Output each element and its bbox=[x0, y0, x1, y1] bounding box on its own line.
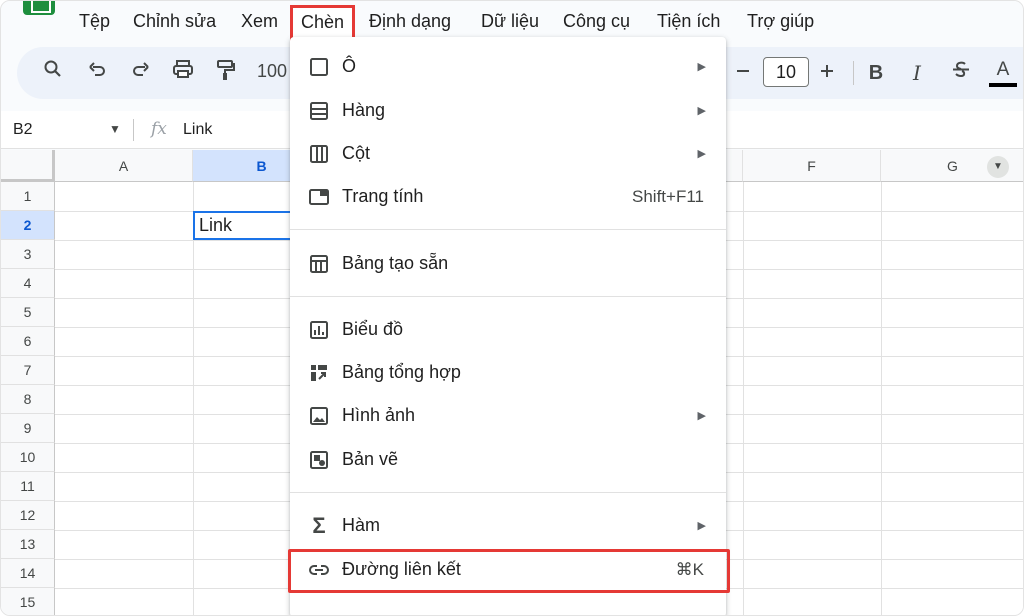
menu-insert[interactable]: Chèn bbox=[290, 5, 356, 41]
row-header-8[interactable]: 8 bbox=[1, 385, 55, 414]
insert-function-label: Hàm bbox=[342, 515, 381, 535]
insert-column-item[interactable]: Cột ▶ bbox=[290, 134, 726, 174]
chart-icon bbox=[308, 319, 330, 341]
insert-table-item[interactable]: Bảng tạo sẵn bbox=[290, 244, 726, 284]
row-header-9[interactable]: 9 bbox=[1, 414, 55, 443]
image-icon bbox=[308, 405, 330, 427]
row-header-5[interactable]: 5 bbox=[1, 298, 55, 327]
insert-pivot-table-label: Bảng tổng hợp bbox=[342, 362, 461, 382]
menu-format[interactable]: Định dạng bbox=[367, 9, 453, 33]
insert-sheet-item[interactable]: Trang tính Shift+F11 bbox=[290, 177, 726, 217]
column-menu-icon[interactable]: ▼ bbox=[987, 156, 1009, 178]
formula-input[interactable]: Link bbox=[183, 121, 212, 139]
minus-icon[interactable] bbox=[729, 59, 757, 87]
sigma-icon: Σ bbox=[312, 513, 326, 538]
table-icon bbox=[308, 253, 330, 275]
row-header-3[interactable]: 3 bbox=[1, 240, 55, 269]
cell-icon bbox=[308, 56, 330, 78]
menu-divider bbox=[290, 296, 726, 297]
shortcut-label: Shift+F11 bbox=[632, 187, 704, 206]
insert-menu: Ô ▶ Hàng ▶ Cột ▶ Trang tính Shift+F11 Bả… bbox=[290, 37, 726, 615]
row-header-2[interactable]: 2 bbox=[1, 211, 55, 240]
grid-line bbox=[193, 182, 194, 615]
zoom-value[interactable]: 100 bbox=[257, 61, 287, 82]
name-box[interactable]: B2 bbox=[13, 121, 33, 139]
grid-line bbox=[881, 182, 882, 615]
insert-sheet-label: Trang tính bbox=[342, 186, 424, 206]
row-header-6[interactable]: 6 bbox=[1, 327, 55, 356]
row-header-14[interactable]: 14 bbox=[1, 559, 55, 588]
chevron-down-icon[interactable]: ▼ bbox=[109, 122, 121, 136]
insert-function-item[interactable]: Σ Hàm ▶ bbox=[290, 506, 726, 546]
menu-divider bbox=[290, 229, 726, 230]
redo-icon[interactable] bbox=[127, 59, 155, 87]
row-header-10[interactable]: 10 bbox=[1, 443, 55, 472]
submenu-arrow-icon: ▶ bbox=[697, 148, 706, 160]
highlight-box-link bbox=[288, 549, 730, 593]
paint-format-icon[interactable] bbox=[211, 59, 239, 87]
menu-divider bbox=[290, 492, 726, 493]
row-header-4[interactable]: 4 bbox=[1, 269, 55, 298]
bold-icon[interactable]: B bbox=[862, 59, 890, 87]
submenu-arrow-icon: ▶ bbox=[697, 520, 706, 532]
insert-chart-label: Biểu đồ bbox=[342, 319, 404, 339]
row-icon bbox=[308, 100, 330, 122]
menu-help[interactable]: Trợ giúp bbox=[745, 9, 816, 33]
row-header-12[interactable]: 12 bbox=[1, 501, 55, 530]
menu-bar: Tệp Chỉnh sửa Xem Chèn Định dạng Dữ liệu… bbox=[1, 1, 1023, 41]
insert-drawing-item[interactable]: Bản vẽ bbox=[290, 440, 726, 480]
row-header-13[interactable]: 13 bbox=[1, 530, 55, 559]
sheets-logo-icon[interactable] bbox=[23, 1, 55, 15]
insert-column-label: Cột bbox=[342, 143, 371, 163]
menu-file[interactable]: Tệp bbox=[77, 9, 112, 33]
row-header-7[interactable]: 7 bbox=[1, 356, 55, 385]
column-icon bbox=[308, 143, 330, 165]
column-header-f[interactable]: F bbox=[743, 150, 881, 182]
insert-image-item[interactable]: Hình ảnh ▶ bbox=[290, 396, 726, 436]
search-icon[interactable] bbox=[39, 59, 67, 87]
insert-table-label: Bảng tạo sẵn bbox=[342, 253, 449, 273]
font-size-input[interactable]: 10 bbox=[763, 57, 809, 87]
menu-view[interactable]: Xem bbox=[239, 9, 280, 33]
drawing-icon bbox=[308, 449, 330, 471]
row-header-15[interactable]: 15 bbox=[1, 588, 55, 615]
print-icon[interactable] bbox=[169, 59, 197, 87]
select-all-corner[interactable] bbox=[1, 150, 55, 182]
insert-cell-label: Ô bbox=[342, 56, 357, 76]
row-header-1[interactable]: 1 bbox=[1, 182, 55, 211]
column-header-a[interactable]: A bbox=[55, 150, 193, 182]
insert-pivot-table-item[interactable]: Bảng tổng hợp bbox=[290, 353, 726, 393]
fx-icon: fx bbox=[151, 119, 167, 139]
strikethrough-icon[interactable] bbox=[947, 59, 975, 87]
insert-row-item[interactable]: Hàng ▶ bbox=[290, 91, 726, 131]
spreadsheet-window: Tệp Chỉnh sửa Xem Chèn Định dạng Dữ liệu… bbox=[0, 0, 1024, 616]
row-header-11[interactable]: 11 bbox=[1, 472, 55, 501]
plus-icon[interactable] bbox=[813, 59, 841, 87]
toolbar-divider bbox=[853, 61, 854, 85]
sheet-icon bbox=[308, 186, 330, 208]
menu-edit[interactable]: Chỉnh sửa bbox=[131, 9, 218, 33]
submenu-arrow-icon: ▶ bbox=[697, 105, 706, 117]
menu-tools[interactable]: Công cụ bbox=[561, 9, 632, 33]
menu-extensions[interactable]: Tiện ích bbox=[655, 9, 722, 33]
insert-chart-item[interactable]: Biểu đồ bbox=[290, 310, 726, 350]
submenu-arrow-icon: ▶ bbox=[697, 61, 706, 73]
submenu-arrow-icon: ▶ bbox=[697, 410, 706, 422]
text-color-icon[interactable]: A bbox=[989, 59, 1017, 93]
italic-icon[interactable]: I bbox=[903, 59, 931, 87]
insert-row-label: Hàng bbox=[342, 100, 386, 120]
insert-cell-item[interactable]: Ô ▶ bbox=[290, 47, 726, 87]
insert-drawing-label: Bản vẽ bbox=[342, 449, 399, 469]
menu-data[interactable]: Dữ liệu bbox=[479, 9, 541, 33]
pivot-table-icon bbox=[308, 362, 330, 384]
undo-icon[interactable] bbox=[83, 59, 111, 87]
insert-image-label: Hình ảnh bbox=[342, 405, 416, 425]
formula-divider bbox=[133, 119, 134, 141]
grid-line bbox=[743, 182, 744, 615]
